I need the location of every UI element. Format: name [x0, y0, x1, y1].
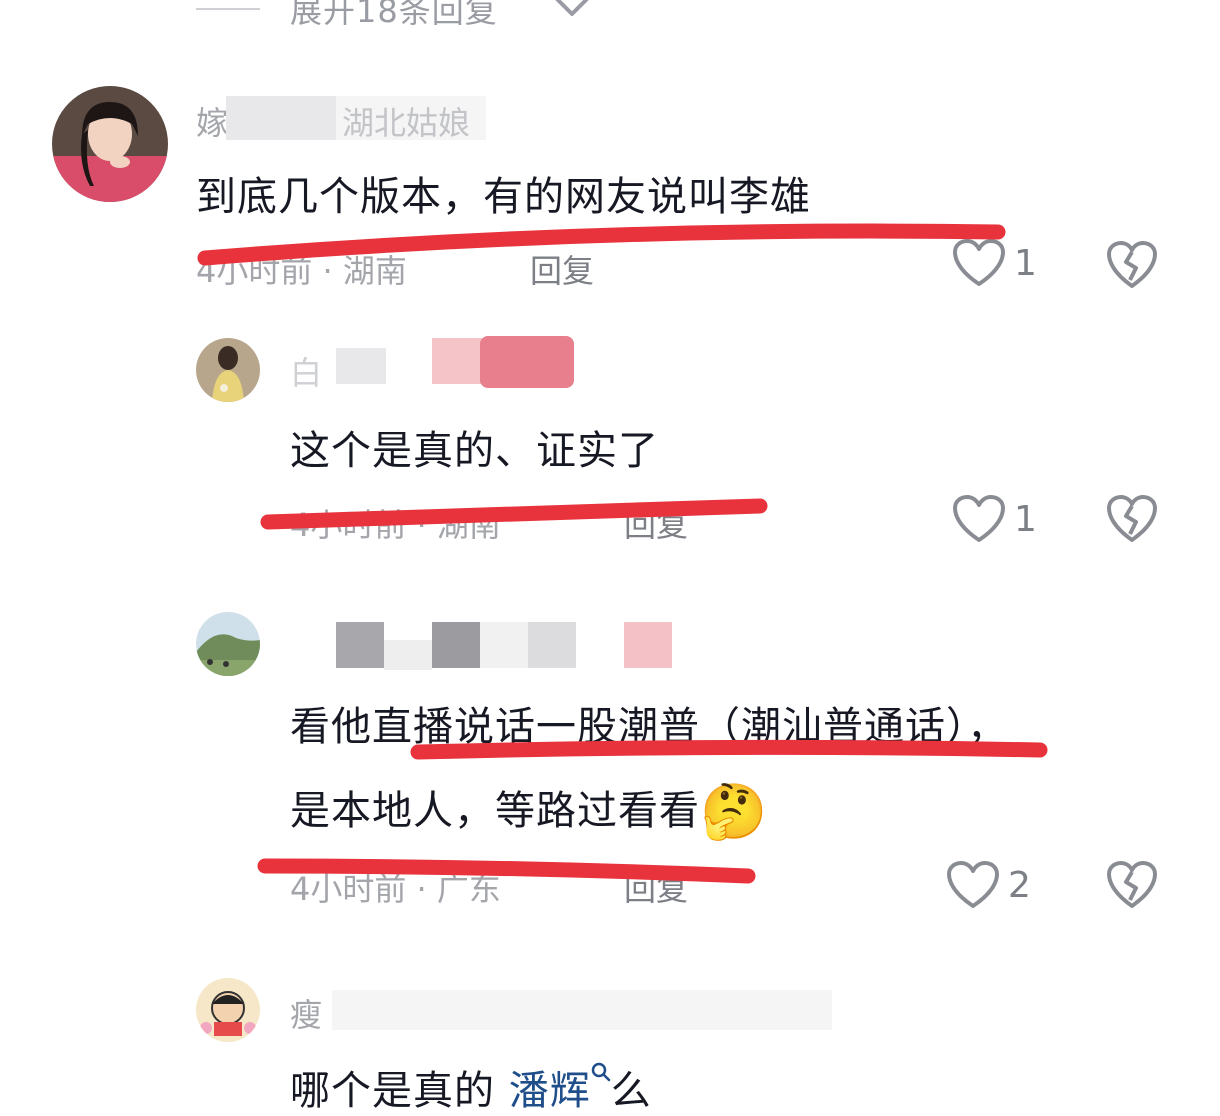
comment-time: 4小时前 — [290, 506, 407, 544]
like-count: 1 — [1014, 498, 1037, 540]
comment-author[interactable]: 嫁 — [196, 98, 228, 144]
search-icon — [591, 1062, 610, 1082]
name-blur — [624, 622, 672, 668]
author-name-visible: 嫁 — [196, 104, 229, 142]
comment-meta: 4小时前 · 湖南 — [290, 506, 501, 544]
comment-author[interactable]: 白 — [290, 348, 322, 394]
expand-replies-button[interactable]: 展开18条回复 — [290, 0, 498, 32]
expand-divider — [196, 8, 260, 10]
comment-location: 湖南 — [436, 506, 501, 544]
author-name-tail: 湖北姑娘 — [342, 104, 471, 142]
broken-heart-icon[interactable] — [1106, 494, 1158, 544]
expand-replies-label: 展开18条回复 — [290, 0, 498, 30]
thinking-emoji-icon: 🤔 — [700, 780, 769, 843]
name-blur — [336, 622, 384, 668]
avatar[interactable] — [196, 978, 260, 1042]
name-blur — [336, 348, 386, 384]
reply-button[interactable]: 回复 — [624, 864, 688, 910]
reply-button[interactable]: 回复 — [530, 246, 594, 292]
comment-text-line2: 是本地人，等路过看看🤔 — [290, 778, 768, 844]
name-blur — [480, 622, 528, 668]
name-blur — [332, 990, 832, 1030]
comment-text: 是本地人，等路过看看 — [290, 788, 700, 834]
like-count: 1 — [1014, 242, 1037, 284]
comment-location: 广东 — [436, 870, 501, 908]
like-button[interactable]: 1 — [952, 238, 1037, 288]
comment-text-part: 哪个是真的 — [290, 1068, 495, 1114]
comment-text-line1: 看他直播说话一股潮普（潮汕普通话）， — [290, 704, 1008, 750]
search-link[interactable]: 潘辉 — [508, 1062, 611, 1114]
search-link-label: 潘辉 — [508, 1068, 591, 1114]
comment-time: 4小时前 — [196, 252, 313, 290]
comment-location: 湖南 — [342, 252, 407, 290]
name-blur — [432, 338, 484, 384]
avatar[interactable] — [52, 86, 168, 202]
comment-meta: 4小时前 · 湖南 — [196, 252, 407, 290]
comment-text: 这个是真的、证实了 — [290, 428, 659, 474]
like-button[interactable]: 2 — [946, 860, 1031, 910]
comment-time: 4小时前 — [290, 870, 407, 908]
heart-outline-icon — [953, 239, 1005, 286]
comment-text: 哪个是真的 潘辉么 — [290, 1058, 652, 1116]
comment-author[interactable]: 瘦 — [290, 990, 322, 1036]
comment-text: 到底几个版本，有的网友说叫李雄 — [196, 174, 811, 220]
heart-outline-icon — [953, 495, 1005, 542]
name-blur — [480, 336, 574, 388]
avatar[interactable] — [196, 338, 260, 402]
like-button[interactable]: 1 — [952, 494, 1037, 544]
heart-outline-icon — [947, 861, 999, 908]
avatar[interactable] — [196, 612, 260, 676]
broken-heart-icon[interactable] — [1106, 860, 1158, 910]
name-blur — [384, 640, 432, 670]
name-blur — [226, 96, 336, 140]
comment-meta: 4小时前 · 广东 — [290, 870, 501, 908]
name-blur — [432, 622, 480, 668]
broken-heart-icon[interactable] — [1106, 240, 1158, 290]
chevron-down-icon[interactable] — [552, 0, 592, 20]
name-blur — [528, 622, 576, 668]
like-count: 2 — [1008, 864, 1031, 906]
reply-button[interactable]: 回复 — [624, 500, 688, 546]
comment-text-part: 么 — [610, 1068, 652, 1114]
